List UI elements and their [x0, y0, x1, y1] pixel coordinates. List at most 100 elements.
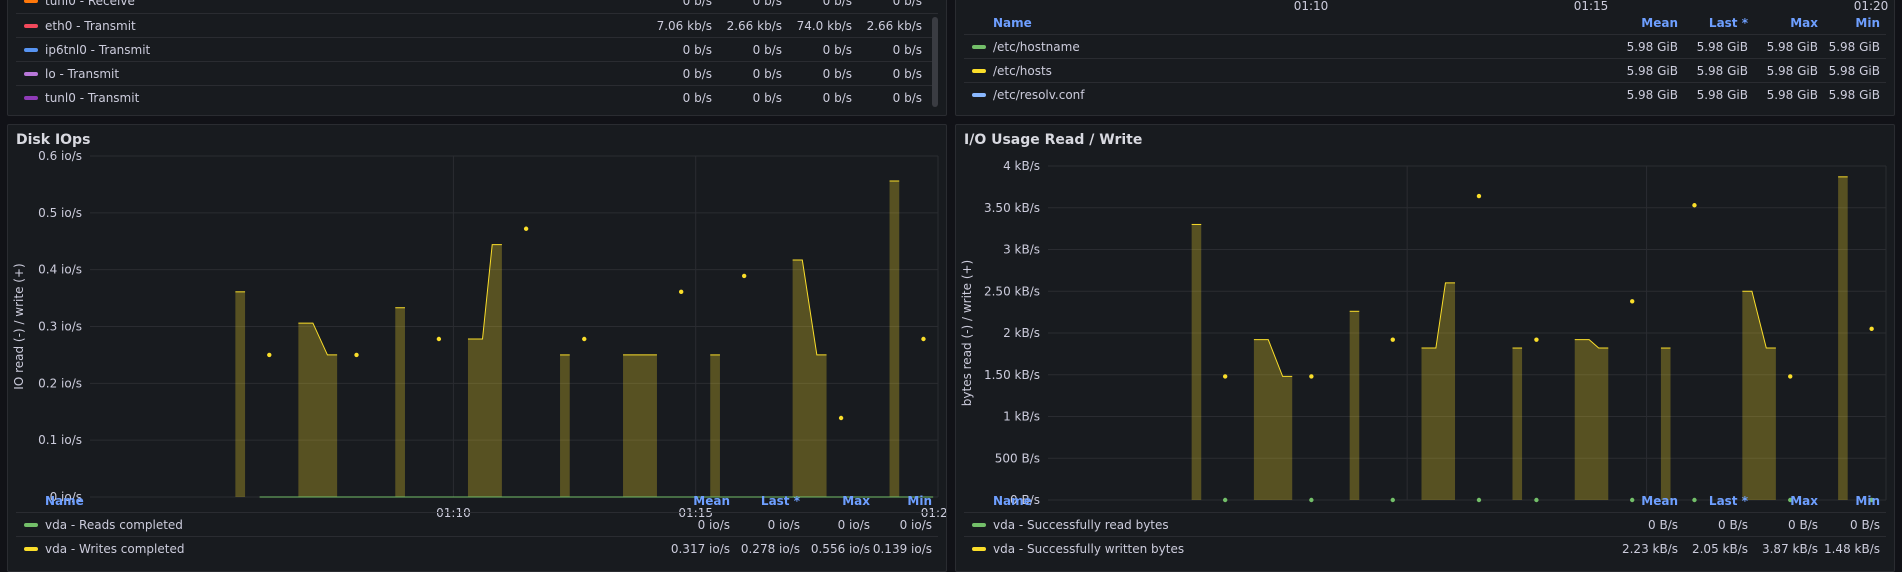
legend-mean: 0 b/s	[682, 0, 712, 8]
series-color-swatch	[24, 522, 38, 527]
y-tick-label: 0.3 io/s	[38, 320, 82, 334]
legend-series-name: ip6tnl0 - Transmit	[45, 42, 151, 57]
y-tick-label: 0.6 io/s	[38, 149, 82, 163]
legend-max: 0.556 io/s	[810, 541, 870, 556]
legend-row[interactable]: lo - Transmit 0 b/s 0 b/s 0 b/s 0 b/s	[16, 61, 938, 85]
legend-header: Name Mean Last * Max Min	[16, 491, 938, 511]
legend-header-name[interactable]: Name	[16, 494, 660, 508]
legend-min: 1.48 kB/s	[1823, 541, 1880, 556]
legend-series-name: /etc/hosts	[993, 63, 1052, 78]
data-point	[1788, 374, 1793, 379]
y-axis-label: bytes read (-) / write (+)	[960, 260, 974, 406]
legend-header-name[interactable]: Name	[964, 494, 1608, 508]
series-color-swatch	[972, 68, 986, 73]
legend-header-min[interactable]: Min	[1818, 16, 1880, 30]
legend-row[interactable]: /etc/resolv.conf 5.98 GiB 5.98 GiB 5.98 GiB…	[964, 82, 1886, 106]
legend-header-min[interactable]: Min	[870, 494, 932, 508]
data-point	[1692, 203, 1697, 208]
legend-series-name: vda - Writes completed	[45, 541, 185, 556]
series-area	[1512, 348, 1523, 500]
y-tick-label: 4 kB/s	[1003, 159, 1040, 173]
legend-header-max[interactable]: Max	[1748, 494, 1818, 508]
legend-row[interactable]: tunl0 - Transmit 0 b/s 0 b/s 0 b/s 0 b/s	[16, 85, 938, 109]
legend-max: 5.98 GiB	[1766, 87, 1818, 102]
data-point	[1222, 374, 1228, 379]
series-color-swatch	[24, 71, 38, 76]
series-area	[1660, 348, 1671, 500]
x-tick-label: 01:20	[1854, 0, 1889, 13]
legend-row[interactable]: /etc/hosts 5.98 GiB 5.98 GiB 5.98 GiB 5.98 G…	[964, 58, 1886, 82]
series-area	[710, 354, 720, 497]
legend-scrollbar[interactable]	[932, 17, 938, 107]
legend-series-name: lo - Transmit	[45, 66, 120, 81]
data-point	[1390, 337, 1395, 342]
legend-mean: 5.98 GiB	[1626, 63, 1678, 78]
series-color-swatch	[24, 546, 38, 551]
legend-header-mean[interactable]: Mean	[660, 494, 730, 508]
legend-header-max[interactable]: Max	[800, 494, 870, 508]
legend-max: 0 b/s	[822, 90, 852, 105]
legend-min: 5.98 GiB	[1828, 87, 1880, 102]
io-usage-chart[interactable]: 0 B/s 500 B/s 1 kB/s 1.50 kB/s 2 kB/s 2.50 kB…	[956, 149, 1895, 529]
legend-min: 0 b/s	[892, 42, 922, 57]
data-point	[582, 336, 587, 342]
legend-row[interactable]: vda - Writes completed 0.317 io/s 0.278 io…	[16, 536, 938, 560]
legend-row[interactable]: vda - Successfully written bytes 2.23 kB/…	[964, 536, 1886, 560]
legend-series-name: eth0 - Transmit	[45, 18, 136, 33]
legend-header-max[interactable]: Max	[1748, 16, 1818, 30]
legend-min: 0 b/s	[892, 66, 922, 81]
y-tick-label: 1 kB/s	[1003, 410, 1040, 424]
legend-row[interactable]: /etc/hostname 5.98 GiB 5.98 GiB 5.98 GiB 5.9…	[964, 34, 1886, 58]
data-point	[838, 415, 844, 421]
legend-last: 0 B/s	[1718, 517, 1748, 532]
legend-row[interactable]: ip6tnl0 - Transmit 0 b/s 0 b/s 0 b/s 0 b/s	[16, 37, 938, 61]
legend-mean: 0.317 io/s	[670, 541, 730, 556]
panel-title[interactable]: Disk IOps	[16, 132, 90, 148]
legend-mean: 5.98 GiB	[1626, 39, 1678, 54]
legend-min: 5.98 GiB	[1828, 63, 1880, 78]
legend-header-last[interactable]: Last *	[1678, 494, 1748, 508]
legend-mean: 0 B/s	[1648, 517, 1678, 532]
legend-max: 74.0 kb/s	[796, 18, 852, 33]
legend-max: 0 b/s	[822, 0, 852, 8]
legend-mean: 0 io/s	[697, 517, 730, 532]
legend-header-last[interactable]: Last *	[1678, 16, 1748, 30]
legend-series-name: /etc/resolv.conf	[993, 87, 1085, 102]
legend-last: 2.66 kb/s	[726, 18, 782, 33]
data-point	[436, 336, 442, 342]
legend-min: 0 b/s	[892, 90, 922, 105]
panel-title[interactable]: I/O Usage Read / Write	[964, 132, 1142, 148]
series-color-swatch	[24, 95, 38, 100]
legend-row-partial[interactable]: tunl0 - Receive 0 b/s 0 b/s 0 b/s 0 b/s	[16, 0, 938, 13]
legend-last: 2.05 kB/s	[1691, 541, 1748, 556]
legend-header-last[interactable]: Last *	[730, 494, 800, 508]
y-tick-label: 0.5 io/s	[38, 206, 82, 220]
legend-header: Name Mean Last * Max Min	[964, 491, 1886, 511]
legend-header-name[interactable]: Name	[964, 16, 1608, 30]
data-point	[1869, 326, 1874, 332]
legend-row[interactable]: vda - Reads completed 0 io/s 0 io/s 0 io/s 0…	[16, 512, 938, 536]
series-area	[792, 260, 827, 497]
legend-min: 5.98 GiB	[1828, 39, 1880, 54]
series-area	[1421, 282, 1456, 500]
legend-header-mean[interactable]: Mean	[1608, 16, 1678, 30]
data-point	[1534, 337, 1539, 342]
y-tick-label: 0.2 io/s	[38, 376, 82, 390]
legend-max: 3.87 kB/s	[1761, 541, 1818, 556]
series-area	[298, 323, 338, 497]
io-usage-panel: I/O Usage Read / Write 0 B/s 500 B/s 1 kB/…	[955, 124, 1895, 572]
legend-header-min[interactable]: Min	[1818, 494, 1880, 508]
series-color-swatch	[24, 0, 38, 3]
series-area	[1742, 291, 1776, 500]
legend-min: 2.66 kb/s	[866, 18, 922, 33]
legend-last: 0 b/s	[752, 66, 782, 81]
disk-iops-chart[interactable]: 0 io/s 0.1 io/s 0.2 io/s 0.3 io/s 0.4 io/s 0.…	[8, 149, 947, 529]
x-tick-label: 01:15	[1574, 0, 1609, 13]
network-traffic-panel: tunl0 - Receive 0 b/s 0 b/s 0 b/s 0 b/s …	[7, 0, 947, 116]
series-area	[623, 354, 657, 497]
legend-row[interactable]: vda - Successfully read bytes 0 B/s 0 B/s 0…	[964, 512, 1886, 536]
data-point	[354, 352, 359, 358]
legend-series-name: /etc/hostname	[993, 39, 1080, 54]
legend-header-mean[interactable]: Mean	[1608, 494, 1678, 508]
legend-row[interactable]: eth0 - Transmit 7.06 kb/s 2.66 kb/s 74.0 kb…	[16, 13, 938, 37]
